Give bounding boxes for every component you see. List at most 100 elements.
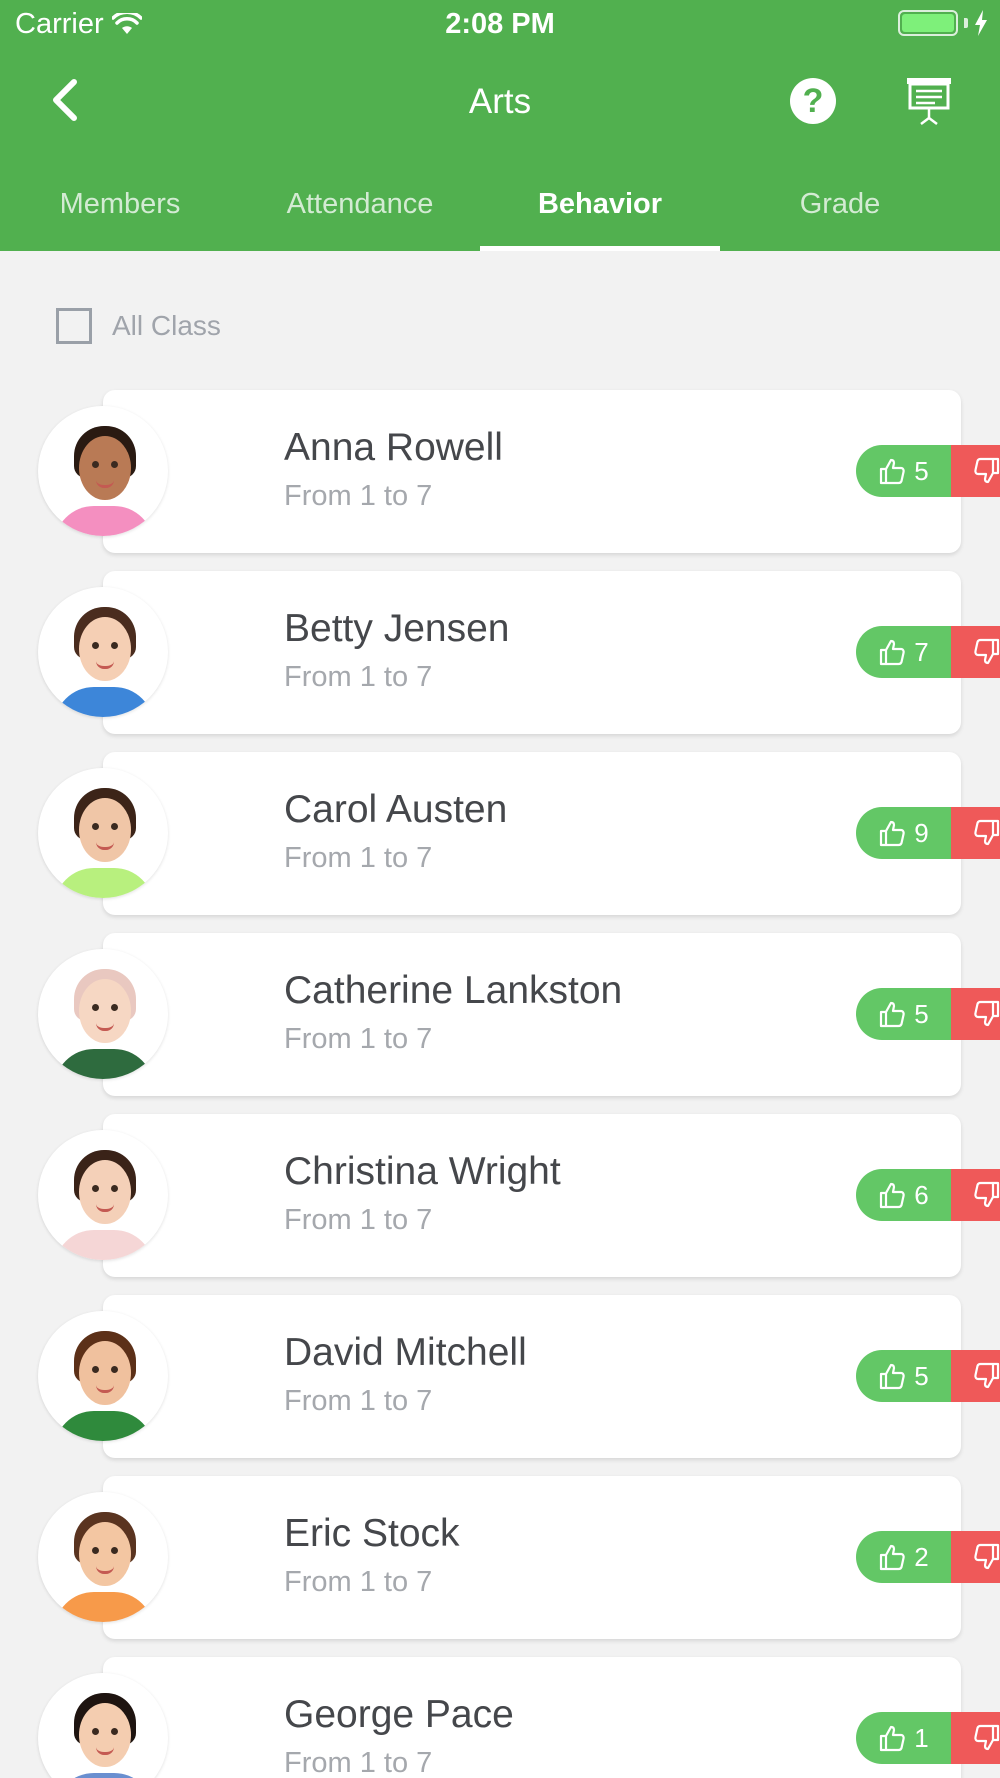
student-name: David Mitchell: [284, 1331, 527, 1374]
student-card[interactable]: Betty Jensen From 1 to 7 7 1: [103, 571, 1000, 734]
student-name: Betty Jensen: [284, 607, 510, 650]
all-class-toggle[interactable]: All Class: [56, 308, 221, 344]
student-range: From 1 to 7: [284, 1023, 433, 1055]
student-name: Anna Rowell: [284, 426, 503, 469]
student-avatar: [38, 1130, 168, 1260]
student-row: Betty Jensen From 1 to 7 7 1: [0, 571, 1000, 752]
question-mark-icon: ?: [802, 81, 824, 120]
student-card[interactable]: Carol Austen From 1 to 7 9 0: [103, 752, 1000, 915]
help-button[interactable]: ?: [790, 78, 836, 124]
behavior-score-pill: 2 1: [856, 1531, 1000, 1583]
student-range: From 1 to 7: [284, 480, 433, 512]
positive-behavior-button[interactable]: 2: [856, 1531, 951, 1583]
student-avatar: [38, 1492, 168, 1622]
negative-behavior-button[interactable]: 1: [951, 445, 1000, 497]
thumbs-down-icon: [974, 638, 999, 665]
thumbs-down-icon: [974, 1724, 999, 1751]
student-row: Anna Rowell From 1 to 7 5 1: [0, 390, 1000, 571]
student-avatar: [38, 768, 168, 898]
status-bar: Carrier 2:08 PM: [0, 0, 1000, 50]
behavior-score-pill: 5 1: [856, 445, 1000, 497]
student-avatar: [38, 587, 168, 717]
student-card[interactable]: George Pace From 1 to 7 1 0: [103, 1657, 1000, 1778]
negative-behavior-button[interactable]: 0: [951, 1350, 1000, 1402]
all-class-label: All Class: [112, 310, 221, 341]
positive-behavior-button[interactable]: 6: [856, 1169, 951, 1221]
tab-behavior[interactable]: Behavior: [480, 170, 720, 251]
tab-bar: Members Attendance Behavior Grade: [0, 170, 1000, 251]
thumbs-up-icon: [880, 1544, 905, 1571]
student-row: Christina Wright From 1 to 7 6 0: [0, 1114, 1000, 1295]
negative-behavior-button[interactable]: 0: [951, 1169, 1000, 1221]
thumbs-down-icon: [974, 819, 999, 846]
page-title: Arts: [468, 82, 532, 121]
tab-attendance[interactable]: Attendance: [240, 170, 480, 251]
student-row: David Mitchell From 1 to 7 5 0: [0, 1295, 1000, 1476]
student-row: Catherine Lankston From 1 to 7 5 1: [0, 933, 1000, 1114]
thumbs-down-icon: [974, 1362, 999, 1389]
student-row: George Pace From 1 to 7 1 0: [0, 1657, 1000, 1778]
charging-bolt-icon: [975, 10, 987, 36]
positive-behavior-button[interactable]: 5: [856, 988, 951, 1040]
app-header: Carrier 2:08 PM Arts ? Members Attendanc…: [0, 0, 1000, 251]
positive-count: 5: [914, 455, 929, 486]
student-card[interactable]: Christina Wright From 1 to 7 6 0: [103, 1114, 1000, 1277]
thumbs-down-icon: [974, 1000, 999, 1027]
positive-behavior-button[interactable]: 5: [856, 445, 951, 497]
student-name: Carol Austen: [284, 788, 508, 831]
presentation-board-icon: [907, 78, 951, 125]
thumbs-up-icon: [880, 639, 905, 666]
thumbs-down-icon: [974, 457, 999, 484]
positive-count: 1: [914, 1722, 929, 1753]
student-name: George Pace: [284, 1693, 514, 1736]
behavior-score-pill: 5 0: [856, 1350, 1000, 1402]
thumbs-down-icon: [974, 1543, 999, 1570]
behavior-score-pill: 5 1: [856, 988, 1000, 1040]
positive-count: 7: [914, 636, 929, 667]
student-range: From 1 to 7: [284, 1385, 433, 1417]
student-avatar: [38, 406, 168, 536]
positive-count: 5: [914, 998, 929, 1029]
tab-members[interactable]: Members: [0, 170, 240, 251]
positive-behavior-button[interactable]: 7: [856, 626, 951, 678]
behavior-score-pill: 7 1: [856, 626, 1000, 678]
student-range: From 1 to 7: [284, 1566, 433, 1598]
student-row: Eric Stock From 1 to 7 2 1: [0, 1476, 1000, 1657]
thumbs-up-icon: [880, 1363, 905, 1390]
positive-behavior-button[interactable]: 1: [856, 1712, 951, 1764]
presentation-button[interactable]: [905, 76, 953, 126]
student-range: From 1 to 7: [284, 1204, 433, 1236]
battery-indicator: [898, 10, 988, 36]
negative-behavior-button[interactable]: 1: [951, 1531, 1000, 1583]
student-card[interactable]: Eric Stock From 1 to 7 2 1: [103, 1476, 1000, 1639]
student-name: Catherine Lankston: [284, 969, 623, 1012]
student-list: Anna Rowell From 1 to 7 5 1: [0, 390, 1000, 1778]
negative-behavior-button[interactable]: 0: [951, 1712, 1000, 1764]
tab-grade[interactable]: Grade: [720, 170, 960, 251]
behavior-score-pill: 1 0: [856, 1712, 1000, 1764]
negative-behavior-button[interactable]: 1: [951, 988, 1000, 1040]
thumbs-up-icon: [880, 1182, 905, 1209]
student-range: From 1 to 7: [284, 1747, 433, 1778]
negative-behavior-button[interactable]: 0: [951, 807, 1000, 859]
positive-behavior-button[interactable]: 9: [856, 807, 951, 859]
student-card[interactable]: Catherine Lankston From 1 to 7 5 1: [103, 933, 1000, 1096]
student-card[interactable]: Anna Rowell From 1 to 7 5 1: [103, 390, 1000, 553]
positive-behavior-button[interactable]: 5: [856, 1350, 951, 1402]
student-name: Eric Stock: [284, 1512, 460, 1555]
thumbs-up-icon: [880, 820, 905, 847]
thumbs-up-icon: [880, 458, 905, 485]
behavior-score-pill: 6 0: [856, 1169, 1000, 1221]
student-row: Carol Austen From 1 to 7 9 0: [0, 752, 1000, 933]
thumbs-down-icon: [974, 1181, 999, 1208]
positive-count: 5: [914, 1360, 929, 1391]
negative-behavior-button[interactable]: 1: [951, 626, 1000, 678]
positive-count: 2: [914, 1541, 929, 1572]
student-range: From 1 to 7: [284, 661, 433, 693]
navigation-bar: Arts ?: [0, 60, 1000, 145]
student-card[interactable]: David Mitchell From 1 to 7 5 0: [103, 1295, 1000, 1458]
positive-count: 9: [914, 817, 929, 848]
all-class-checkbox[interactable]: [56, 308, 92, 344]
behavior-score-pill: 9 0: [856, 807, 1000, 859]
clock: 2:08 PM: [445, 8, 555, 40]
